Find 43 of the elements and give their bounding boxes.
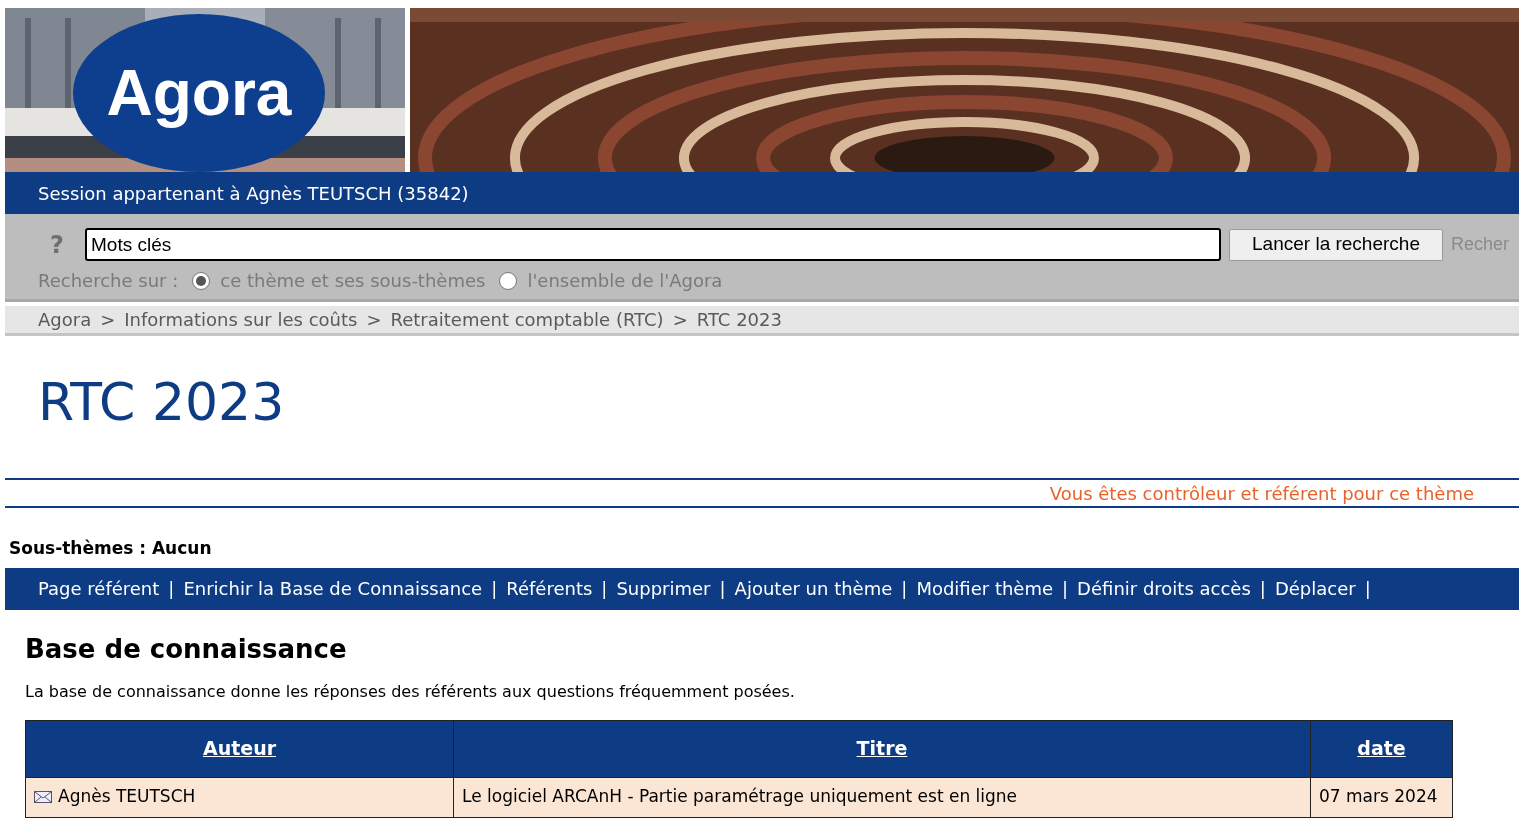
page-title: RTC 2023 xyxy=(38,376,286,428)
column-header[interactable]: date xyxy=(1310,720,1453,777)
breadcrumb-link[interactable]: RTC 2023 xyxy=(696,306,782,333)
action-separator: | xyxy=(491,577,498,601)
action-separator: | xyxy=(1259,577,1266,601)
action-link[interactable]: Supprimer xyxy=(616,575,711,602)
breadcrumb-link[interactable]: Agora xyxy=(38,306,92,333)
title-cell: Le logiciel ARCAnH - Partie paramétrage uniquement est en ligne xyxy=(453,777,1311,817)
action-link[interactable]: Enrichir la Base de Connaissance xyxy=(183,575,483,602)
radio-button[interactable] xyxy=(192,271,211,290)
action-separator: | xyxy=(901,577,908,601)
radio-label: ce thème et ses sous-thèmes xyxy=(220,269,486,293)
column-header[interactable]: Titre xyxy=(453,720,1311,777)
column-header[interactable]: Auteur xyxy=(25,720,454,777)
date-cell: 07 mars 2024 xyxy=(1310,777,1453,817)
envelope-icon[interactable] xyxy=(34,791,52,803)
section-description: La base de connaissance donne les réponses des référents aux questions fréquemment posées. xyxy=(25,680,796,703)
search-button[interactable]: Lancer la recherche xyxy=(1229,228,1443,261)
action-link[interactable]: Page référent xyxy=(38,575,160,602)
breadcrumb-separator: > xyxy=(366,308,382,332)
action-separator: | xyxy=(719,577,726,601)
search-field[interactable]: Mots clés xyxy=(85,228,1221,261)
breadcrumb-separator: > xyxy=(672,308,688,332)
radio-label: l'ensemble de l'Agora xyxy=(527,269,723,293)
action-link[interactable]: Définir droits accès xyxy=(1077,575,1251,602)
action-link[interactable]: Ajouter un thème xyxy=(734,575,893,602)
action-separator: | xyxy=(601,577,608,601)
action-link[interactable]: Modifier thème xyxy=(916,575,1054,602)
action-separator: | xyxy=(168,577,175,601)
action-link[interactable]: Référents xyxy=(506,575,593,602)
breadcrumb-link[interactable]: Retraitement comptable (RTC) xyxy=(390,306,664,333)
action-link[interactable]: Déplacer xyxy=(1274,575,1356,602)
breadcrumb-link[interactable]: Informations sur les coûts xyxy=(124,306,358,333)
breadcrumb-separator: > xyxy=(100,308,116,332)
subthemes-label: Sous-thèmes : Aucun xyxy=(9,537,213,560)
section-title: Base de connaissance xyxy=(25,635,348,662)
radio-button[interactable] xyxy=(499,271,518,290)
role-notice: Vous êtes contrôleur et référent pour ce thème xyxy=(1049,481,1474,506)
session-bar: Session appartenant à Agnès TEUTSCH (35842) xyxy=(5,172,1519,214)
author-name: Agnès TEUTSCH xyxy=(58,785,196,809)
action-separator: | xyxy=(1062,577,1069,601)
scope-label: Recherche sur : xyxy=(38,269,179,293)
action-separator: | xyxy=(1364,577,1371,601)
